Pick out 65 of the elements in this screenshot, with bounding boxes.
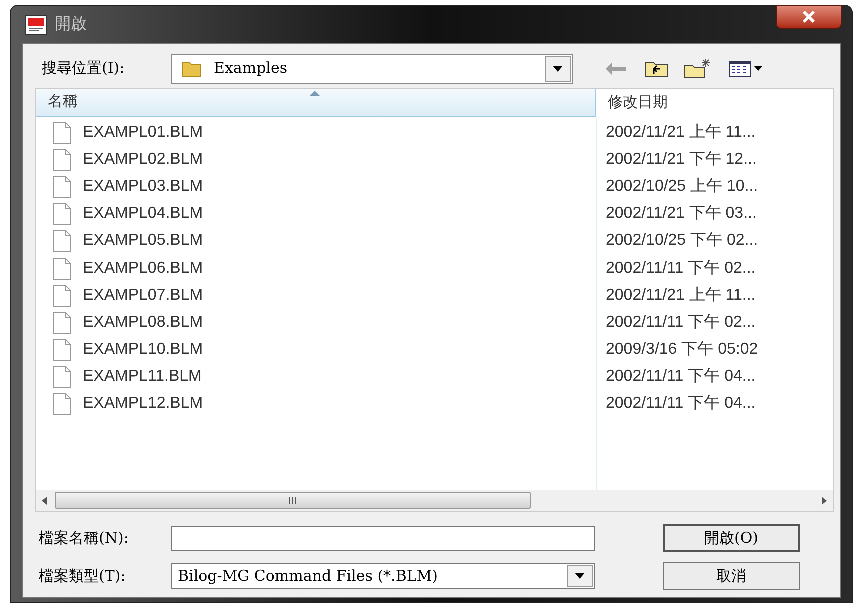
modified-date: 2002/11/21 下午 12...	[606, 150, 757, 170]
modified-date: 2002/11/21 下午 03...	[606, 204, 757, 224]
file-icon	[53, 148, 71, 171]
file-icon	[53, 176, 71, 198]
column-header[interactable]: 名稱	[36, 89, 596, 117]
new-folder-icon	[684, 58, 712, 78]
file-type-dropdown[interactable]: Bilog-MG Command Files (*.BLM)	[171, 563, 595, 589]
file-icon	[53, 366, 71, 388]
view-icon	[729, 60, 751, 76]
scroll-left-icon	[42, 496, 47, 504]
location-label: 搜尋位置(I):	[41, 58, 126, 80]
file-name[interactable]: EXAMPL12.BLM	[83, 392, 204, 416]
file-name[interactable]: EXAMPL10.BLM	[83, 338, 204, 362]
file-name[interactable]: EXAMPL01.BLM	[83, 120, 204, 145]
file-name[interactable]: EXAMPL06.BLM	[83, 256, 204, 281]
file-name[interactable]: EXAMPL03.BLM	[83, 174, 204, 199]
file-name[interactable]: EXAMPL04.BLM	[83, 202, 204, 226]
modified-date: 2002/11/11 下午 04...	[606, 394, 756, 414]
caret-icon	[553, 66, 563, 72]
file-icon	[53, 203, 71, 226]
file-type-value: Bilog-MG Command Files (*.BLM)	[177, 566, 440, 587]
file-name[interactable]: EXAMPL07.BLM	[83, 284, 204, 308]
caret-icon	[575, 573, 585, 579]
file-name[interactable]: EXAMPL02.BLM	[83, 148, 204, 172]
file-icon	[53, 393, 71, 416]
grip-icon	[288, 497, 298, 504]
file-icon	[53, 339, 71, 362]
modified-date: 2002/10/25 上午 10...	[606, 176, 758, 197]
file-icon	[53, 122, 71, 144]
horizontal-scrollbar[interactable]	[36, 490, 833, 511]
file-name-label: 檔案名稱(N):	[38, 528, 130, 549]
window-title: 開啟	[55, 14, 87, 34]
modified-date: 2002/10/25 下午 02...	[606, 231, 758, 252]
modified-date: 2002/11/11 下午 04...	[606, 367, 756, 388]
app-icon	[25, 14, 47, 34]
file-icon	[53, 284, 71, 307]
sort-arrow-icon	[310, 91, 320, 96]
file-name-field[interactable]	[171, 526, 595, 550]
modified-date: 2002/11/21 上午 11...	[606, 286, 756, 306]
caret-icon	[754, 66, 763, 71]
file-name[interactable]: EXAMPL05.BLM	[83, 229, 204, 254]
file-icon	[53, 312, 71, 334]
arrow-icon	[606, 62, 626, 74]
scrollbar-thumb[interactable]	[55, 492, 531, 509]
scroll-right-icon	[822, 496, 827, 504]
folder-icon	[182, 60, 202, 78]
new-folder-button[interactable]	[683, 56, 713, 80]
modified-date: 2002/11/11 下午 02...	[606, 312, 756, 333]
dropdown-button[interactable]	[545, 56, 571, 82]
modified-date: 2002/11/11 下午 02...	[606, 258, 756, 279]
file-icon	[53, 230, 71, 252]
cancel-button[interactable]: 取消	[663, 562, 800, 590]
file-type-label: 檔案類型(T):	[38, 566, 127, 587]
modified-date: 2002/11/21 上午 11...	[606, 122, 756, 143]
close-button[interactable]	[776, 5, 842, 29]
folder-up-icon	[645, 60, 669, 78]
dropdown-button[interactable]	[567, 565, 593, 587]
location-value: Examples	[214, 58, 289, 80]
close-icon	[801, 11, 817, 23]
file-icon	[53, 258, 71, 280]
file-name[interactable]: EXAMPL08.BLM	[83, 310, 204, 335]
modified-date: 2009/3/16 下午 05:02	[606, 340, 758, 360]
location-dropdown[interactable]: Examples	[171, 54, 573, 84]
file-name[interactable]: EXAMPL11.BLM	[83, 365, 202, 390]
open-button[interactable]: 開啟(O)	[663, 524, 800, 552]
